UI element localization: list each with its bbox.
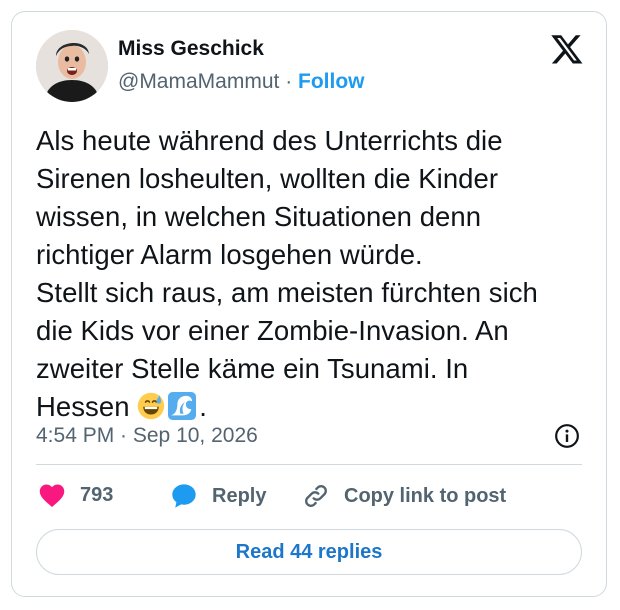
info-icon[interactable] xyxy=(554,423,580,449)
tweet-text-end: . xyxy=(199,391,207,422)
timestamp[interactable]: 4:54 PM · Sep 10, 2026 xyxy=(36,424,258,448)
author-handle-row: @MamaMammut · Follow xyxy=(118,70,365,94)
like-count: 793 xyxy=(80,483,114,506)
tweet-line: wissen, in welchen Situationen denn xyxy=(36,201,482,232)
x-logo-icon[interactable] xyxy=(550,32,584,66)
tweet-line: richtiger Alarm losgehen würde. xyxy=(36,239,423,270)
copy-link-button[interactable]: Copy link to post xyxy=(302,482,506,510)
avatar[interactable] xyxy=(36,30,108,102)
author-handle[interactable]: @MamaMammut xyxy=(118,70,279,93)
read-replies-button[interactable]: Read 44 replies xyxy=(36,529,582,575)
reply-button[interactable]: Reply xyxy=(170,482,266,510)
tweet-line: Stellt sich raus, am meisten fürchten si… xyxy=(36,277,538,308)
author-name[interactable]: Miss Geschick xyxy=(118,37,264,61)
tweet-card: Miss Geschick @MamaMammut · Follow Als h… xyxy=(11,11,607,597)
grinning-sweat-emoji xyxy=(138,392,165,420)
copy-link-label: Copy link to post xyxy=(344,484,507,507)
speech-bubble-icon xyxy=(172,484,196,508)
heart-icon xyxy=(39,484,65,508)
link-icon xyxy=(305,485,327,507)
like-button[interactable]: 793 xyxy=(38,482,113,508)
follow-button[interactable]: Follow xyxy=(298,70,365,93)
tweet-line: zweiter Stelle käme ein Tsunami. In xyxy=(36,353,469,384)
tweet-line: Als heute während des Unterrichts die xyxy=(36,125,503,156)
avatar-image xyxy=(36,30,108,102)
divider xyxy=(36,464,582,465)
tweet-line: Hessen xyxy=(36,391,130,422)
separator: · xyxy=(285,70,293,93)
tweet-line: Sirenen losheulten, wollten die Kinder xyxy=(36,163,499,194)
water-wave-emoji xyxy=(168,392,197,420)
tweet-text: Als heute während des Unterrichts die Si… xyxy=(36,122,596,426)
reply-label: Reply xyxy=(212,484,267,507)
tweet-line: die Kids vor einer Zombie-Invasion. An xyxy=(36,315,509,346)
